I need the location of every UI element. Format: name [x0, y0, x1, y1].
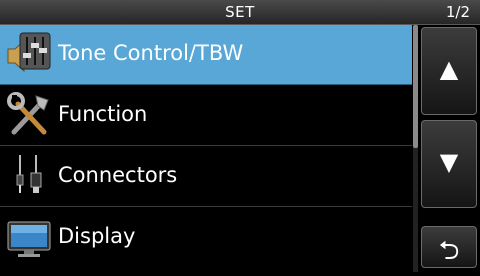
- menu-item-tone-control[interactable]: Tone Control/TBW: [0, 25, 412, 85]
- menu-item-connectors[interactable]: Connectors: [0, 147, 412, 207]
- return-arrow-icon: ⮌: [438, 236, 460, 266]
- menu-item-label: Tone Control/TBW: [58, 41, 244, 65]
- down-arrow-icon: ▼: [439, 148, 459, 176]
- scroll-up-button[interactable]: ▲: [421, 27, 477, 115]
- back-button[interactable]: ⮌: [421, 226, 477, 268]
- monitor-icon: [6, 214, 52, 260]
- title-bar: SET 1/2: [0, 0, 480, 25]
- menu-item-label: Function: [58, 102, 148, 126]
- page-indicator: 1/2: [445, 3, 470, 21]
- screen-title: SET: [225, 3, 255, 21]
- menu-item-label: Display: [58, 224, 136, 248]
- up-arrow-icon: ▲: [439, 55, 459, 83]
- menu-item-label: Connectors: [58, 163, 178, 187]
- tools-icon: [6, 92, 52, 138]
- scroll-down-button[interactable]: ▼: [421, 120, 477, 208]
- scrollbar-thumb[interactable]: [413, 25, 418, 148]
- connector-cable-icon: [6, 153, 52, 199]
- menu-item-display[interactable]: Display: [0, 208, 412, 268]
- menu-item-function[interactable]: Function: [0, 86, 412, 146]
- tone-control-icon: [6, 31, 52, 77]
- menu-list: Tone Control/TBW Function Connectors Dis…: [0, 25, 412, 272]
